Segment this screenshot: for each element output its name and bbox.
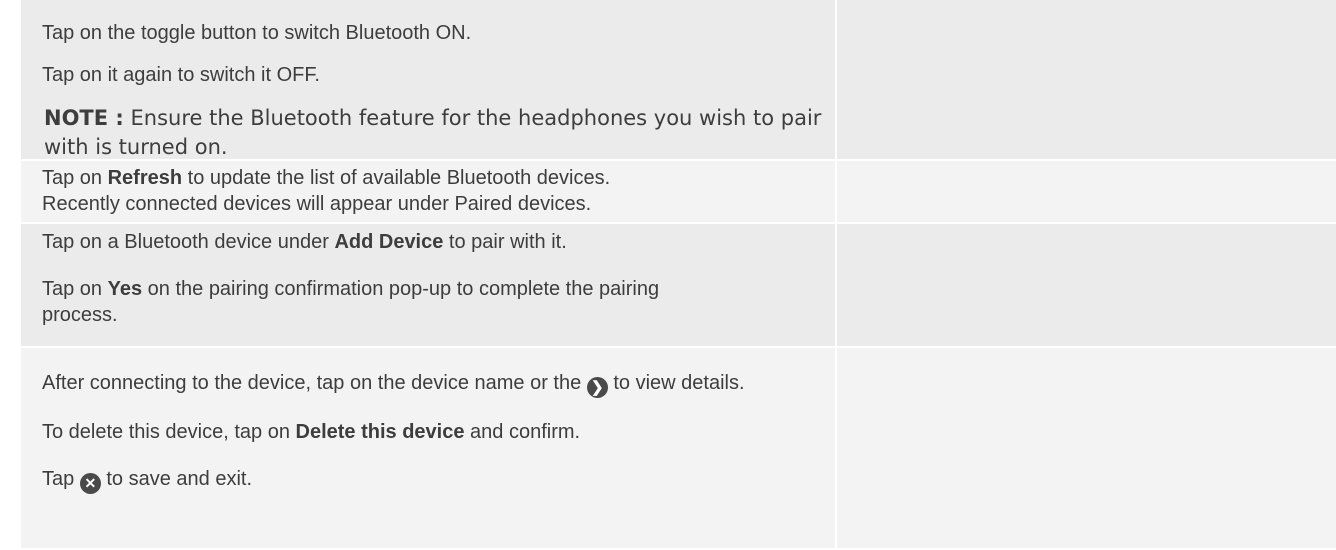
yes-label: Yes: [107, 278, 143, 300]
chevron-right-icon: ❯: [586, 377, 608, 398]
row-text: Tap on the toggle button to switch Bluet…: [21, 0, 835, 159]
instructions-table: Tap on the toggle button to switch Bluet…: [21, 0, 1336, 550]
text-span: Recently connected devices will appear u…: [42, 193, 592, 215]
row-text: After connecting to the device, tap on t…: [21, 348, 835, 548]
row-side-cell: [835, 0, 1336, 159]
text-span: Tap on a Bluetooth device under: [42, 231, 335, 253]
save-exit-text: Tap ✕ to save and exit.: [42, 466, 835, 494]
text-span: Tap: [42, 468, 80, 490]
text-span: To delete this device, tap on: [42, 421, 296, 443]
row-side-cell: [835, 348, 1336, 548]
row-side-cell: [835, 161, 1336, 222]
row-text: Tap on a Bluetooth device under Add Devi…: [21, 224, 835, 346]
toggle-on-text: Tap on the toggle button to switch Bluet…: [42, 22, 472, 44]
add-device-text: Tap on a Bluetooth device under Add Devi…: [42, 229, 835, 255]
note-label: NOTE :: [44, 106, 124, 130]
yes-confirm-text: Tap on Yes on the pairing confirmation p…: [42, 276, 682, 328]
text-span: to save and exit.: [100, 468, 253, 490]
text-span: to pair with it.: [443, 231, 567, 253]
toggle-off-text: Tap on it again to switch it OFF.: [42, 64, 320, 86]
note-text: NOTE : Ensure the Bluetooth feature for …: [42, 104, 835, 162]
text-span: to view details.: [607, 372, 745, 394]
text-span: Tap on: [42, 278, 108, 300]
row-text: Tap on Refresh to update the list of ava…: [21, 161, 835, 222]
text-span: to update the list of available Bluetoot…: [182, 167, 611, 189]
delete-device-label: Delete this device: [295, 421, 465, 443]
row-add-device: Tap on a Bluetooth device under Add Devi…: [21, 224, 1336, 348]
row-device-details: After connecting to the device, tap on t…: [21, 348, 1336, 550]
view-details-text: After connecting to the device, tap on t…: [42, 370, 812, 398]
add-device-label: Add Device: [334, 231, 444, 253]
refresh-text: Tap on Refresh to update the list of ava…: [42, 165, 835, 217]
close-circle-icon: ✕: [79, 473, 101, 494]
text-span: After connecting to the device, tap on t…: [42, 372, 587, 394]
row-refresh: Tap on Refresh to update the list of ava…: [21, 161, 1336, 224]
row-toggle-bluetooth: Tap on the toggle button to switch Bluet…: [21, 0, 1336, 161]
text-span: and confirm.: [464, 421, 581, 443]
note-body: Ensure the Bluetooth feature for the hea…: [44, 106, 822, 159]
text-span: Tap on: [42, 167, 108, 189]
delete-device-text: To delete this device, tap on Delete thi…: [42, 419, 835, 445]
refresh-label: Refresh: [107, 167, 183, 189]
row-side-cell: [835, 224, 1336, 346]
